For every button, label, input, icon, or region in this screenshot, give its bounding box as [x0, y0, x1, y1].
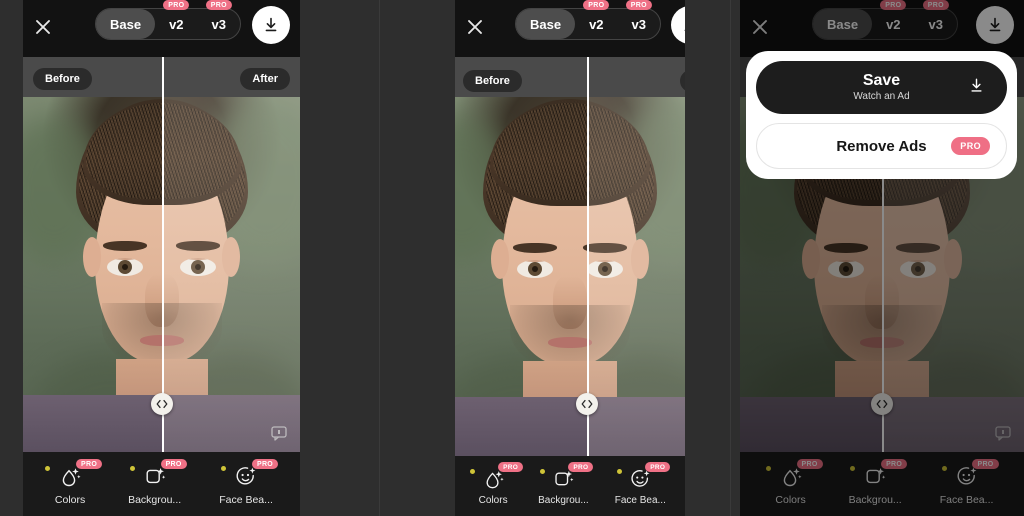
tool-colors[interactable]: PRO Colors [45, 459, 103, 506]
save-subtitle: Watch an Ad [853, 90, 910, 102]
new-dot-indicator [45, 466, 51, 471]
before-label: Before [33, 68, 92, 90]
pro-badge: PRO [625, 0, 652, 10]
download-arrow-icon [968, 76, 985, 99]
download-arrow-icon [684, 29, 685, 32]
segment-label: v2 [589, 16, 604, 32]
segment-base[interactable]: Base [516, 9, 576, 39]
portrait-photo [455, 97, 685, 456]
pro-badge: PRO [645, 462, 671, 472]
pro-badge: PRO [498, 462, 524, 472]
compare-slider-handle[interactable] [576, 393, 598, 415]
screenshot-stage: Base PRO v2 PRO v3 Before After PRO Colo… [0, 0, 1024, 516]
tool-label: Backgrou... [128, 494, 182, 506]
new-dot-indicator [129, 466, 135, 471]
tool-bar: PRO Colors PRO Backgrou... PRO Face Bea.… [455, 456, 685, 516]
tool-label: Backgrou... [538, 495, 589, 506]
download-button[interactable] [252, 6, 290, 44]
panel-divider-left [379, 0, 380, 516]
pro-badge: PRO [163, 0, 190, 10]
top-bar: Base PRO v2 PRO v3 [455, 0, 685, 57]
after-label: After [680, 70, 685, 92]
tool-bar: PRO Colors PRO Backgrou... PRO Face Bea.… [23, 452, 300, 516]
new-dot-indicator [617, 469, 623, 474]
left-right-chevrons-icon [156, 399, 167, 409]
remove-ads-button[interactable]: Remove Ads PRO [756, 123, 1007, 169]
segment-v3[interactable]: PRO v3 [198, 0, 240, 39]
pro-badge: PRO [568, 462, 594, 472]
tool-background[interactable]: PRO Backgrou... [128, 459, 187, 506]
save-action-sheet: Save Watch an Ad Remove Ads PRO [746, 51, 1017, 179]
segment-base[interactable]: Base [96, 9, 156, 39]
pro-badge: PRO [951, 137, 990, 155]
new-dot-indicator [470, 469, 476, 474]
after-label: After [240, 68, 290, 90]
close-icon[interactable] [465, 17, 485, 37]
tool-face-beauty[interactable]: PRO Face Bea... [614, 462, 671, 506]
save-title: Save [862, 71, 901, 89]
segment-label: v2 [169, 16, 184, 32]
pro-badge: PRO [160, 459, 187, 469]
pro-badge: PRO [583, 0, 610, 10]
tool-face-beauty[interactable]: PRO Face Bea... [219, 459, 279, 506]
panel-divider-right [730, 0, 731, 516]
tool-background[interactable]: PRO Backgrou... [538, 462, 594, 506]
download-button[interactable] [671, 6, 685, 44]
close-icon[interactable] [33, 17, 53, 37]
segment-label: Base [110, 16, 142, 32]
before-label: Before [463, 70, 522, 92]
version-segmented-control[interactable]: Base PRO v2 PRO v3 [95, 0, 242, 40]
segment-v2[interactable]: PRO v2 [575, 0, 617, 39]
tool-label: Colors [54, 494, 86, 506]
download-arrow-icon [265, 17, 277, 32]
pro-badge: PRO [205, 0, 232, 10]
pro-badge: PRO [251, 459, 279, 469]
before-after-canvas[interactable]: Before After [455, 57, 685, 456]
screen-compare-cropped: Base PRO v2 PRO v3 Before PRO Colors PRO… [455, 0, 685, 516]
feedback-icon[interactable] [270, 424, 288, 442]
segment-label: v3 [211, 16, 227, 32]
version-segmented-control[interactable]: Base PRO v2 PRO v3 [515, 0, 662, 40]
pro-badge: PRO [76, 459, 103, 469]
tool-colors[interactable]: PRO Colors [470, 462, 524, 506]
tool-label: Colors [478, 495, 508, 506]
remove-ads-label: Remove Ads [836, 137, 927, 155]
before-after-canvas[interactable]: Before After [23, 57, 300, 452]
compare-slider-handle[interactable] [150, 393, 173, 415]
screen-save-sheet: Base PRO v2 PRO v3 PRO Colors PRO Backgr… [740, 0, 1024, 516]
segment-v2[interactable]: PRO v2 [155, 0, 197, 39]
segment-label: Base [530, 16, 562, 32]
segment-label: v3 [631, 16, 647, 32]
segment-v3[interactable]: PRO v3 [618, 0, 660, 39]
left-right-chevrons-icon [581, 399, 593, 409]
new-dot-indicator [540, 469, 546, 474]
new-dot-indicator [221, 466, 227, 471]
tool-label: Face Bea... [614, 495, 666, 506]
screen-compare-default: Base PRO v2 PRO v3 Before After PRO Colo… [23, 0, 300, 516]
tool-label: Face Bea... [219, 494, 273, 506]
top-bar: Base PRO v2 PRO v3 [23, 0, 300, 57]
save-button[interactable]: Save Watch an Ad [756, 61, 1007, 114]
